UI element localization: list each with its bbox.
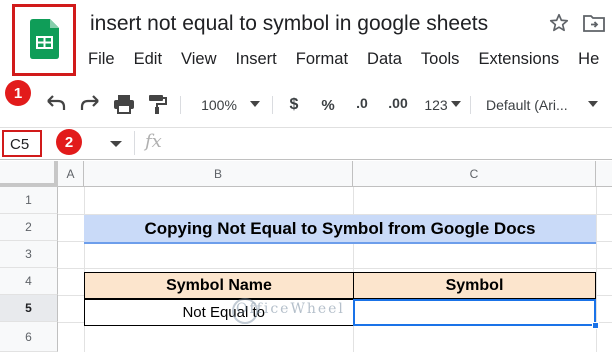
menu-file[interactable]: File bbox=[88, 50, 115, 69]
row-header-1[interactable]: 1 bbox=[0, 187, 58, 214]
toolbar-separator bbox=[180, 96, 181, 114]
percent-format-button[interactable]: % bbox=[318, 86, 338, 124]
move-to-folder-icon[interactable] bbox=[582, 12, 606, 34]
sheet-title-cell[interactable]: Copying Not Equal to Symbol from Google … bbox=[84, 215, 596, 244]
menu-extensions[interactable]: Extensions bbox=[478, 50, 559, 69]
column-header-b[interactable]: B bbox=[84, 161, 353, 187]
callout-badge-1: 1 bbox=[5, 80, 31, 106]
menu-view[interactable]: View bbox=[181, 50, 216, 69]
font-family-select[interactable]: Default (Ari... bbox=[486, 86, 578, 124]
zoom-select[interactable]: 100% bbox=[196, 86, 242, 124]
increase-decimal-button[interactable]: .00 bbox=[384, 84, 412, 122]
menu-bar: File Edit View Insert Format Data Tools … bbox=[88, 50, 612, 69]
font-dropdown-caret-icon[interactable] bbox=[588, 100, 598, 108]
formula-input[interactable] bbox=[186, 130, 606, 157]
menu-data[interactable]: Data bbox=[367, 50, 402, 69]
redo-icon[interactable] bbox=[78, 93, 102, 115]
document-title[interactable]: insert not equal to symbol in google she… bbox=[90, 12, 488, 36]
paint-format-icon[interactable] bbox=[146, 93, 168, 115]
star-icon[interactable] bbox=[548, 12, 570, 34]
fx-icon: fx bbox=[145, 131, 162, 152]
row-header-5[interactable]: 5 bbox=[0, 295, 58, 322]
currency-format-button[interactable]: $ bbox=[284, 86, 304, 124]
decrease-decimal-button[interactable]: .0 bbox=[350, 84, 374, 122]
header-symbol-name[interactable]: Symbol Name bbox=[84, 272, 354, 299]
zoom-dropdown-caret-icon[interactable] bbox=[250, 100, 260, 108]
name-box[interactable]: C5 bbox=[2, 130, 42, 157]
name-box-dropdown-caret-icon[interactable] bbox=[110, 140, 122, 148]
gridline bbox=[58, 268, 612, 269]
row-header-3[interactable]: 3 bbox=[0, 241, 58, 268]
row-header-6[interactable]: 6 bbox=[0, 322, 58, 352]
print-icon[interactable] bbox=[112, 93, 136, 115]
gridline bbox=[353, 187, 354, 352]
column-header-c[interactable]: C bbox=[353, 161, 596, 187]
toolbar-separator bbox=[272, 96, 273, 114]
column-header-a[interactable]: A bbox=[58, 161, 84, 187]
row-header-4[interactable]: 4 bbox=[0, 268, 58, 295]
fill-handle[interactable] bbox=[592, 322, 599, 329]
row-header-2[interactable]: 2 bbox=[0, 214, 58, 241]
callout-badge-2: 2 bbox=[56, 129, 82, 155]
menu-edit[interactable]: Edit bbox=[134, 50, 162, 69]
menu-insert[interactable]: Insert bbox=[236, 50, 277, 69]
toolbar-separator bbox=[470, 96, 471, 114]
header-symbol[interactable]: Symbol bbox=[353, 272, 596, 299]
menu-format[interactable]: Format bbox=[296, 50, 348, 69]
formula-separator bbox=[134, 131, 135, 155]
select-all-corner[interactable] bbox=[0, 161, 58, 187]
active-cell-selection[interactable] bbox=[353, 299, 596, 326]
sheets-logo-icon[interactable] bbox=[12, 4, 76, 76]
watermark: OfficeWheel bbox=[236, 301, 345, 317]
menu-help[interactable]: He bbox=[578, 50, 599, 69]
more-formats-button[interactable]: 123 bbox=[421, 86, 451, 124]
more-formats-caret-icon[interactable] bbox=[451, 100, 461, 108]
gridline bbox=[84, 187, 85, 352]
menu-tools[interactable]: Tools bbox=[421, 50, 460, 69]
undo-icon[interactable] bbox=[44, 93, 68, 115]
